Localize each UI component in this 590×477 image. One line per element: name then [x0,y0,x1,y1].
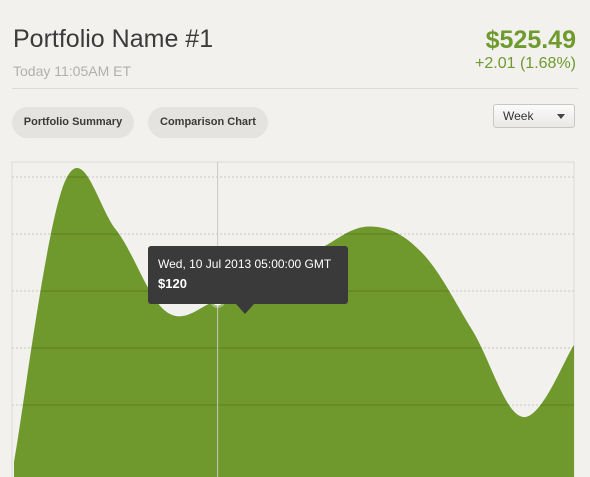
header-divider [12,88,578,89]
tooltip-arrow [236,304,254,314]
time-range-selected-value: Week [503,109,534,123]
last-updated-timestamp: Today 11:05AM ET [13,63,132,79]
portfolio-widget: Portfolio Name #1 Today 11:05AM ET $525.… [0,0,590,477]
series-area [14,168,574,477]
chevron-down-icon [557,114,565,119]
tab-portfolio-summary[interactable]: Portfolio Summary [12,107,134,138]
tooltip-value: $120 [158,276,187,291]
chart-area-layer [14,168,574,477]
time-range-select[interactable]: Week [493,104,575,128]
chart-tooltip: Wed, 10 Jul 2013 05:00:00 GMT $120 [148,246,348,314]
portfolio-title: Portfolio Name #1 [13,25,214,53]
portfolio-change: +2.01 (1.68%) [475,55,576,72]
portfolio-area-chart[interactable] [0,150,590,477]
tab-comparison-chart[interactable]: Comparison Chart [148,107,268,138]
tooltip-date: Wed, 10 Jul 2013 05:00:00 GMT [158,257,332,271]
portfolio-value: $525.49 [485,26,576,54]
